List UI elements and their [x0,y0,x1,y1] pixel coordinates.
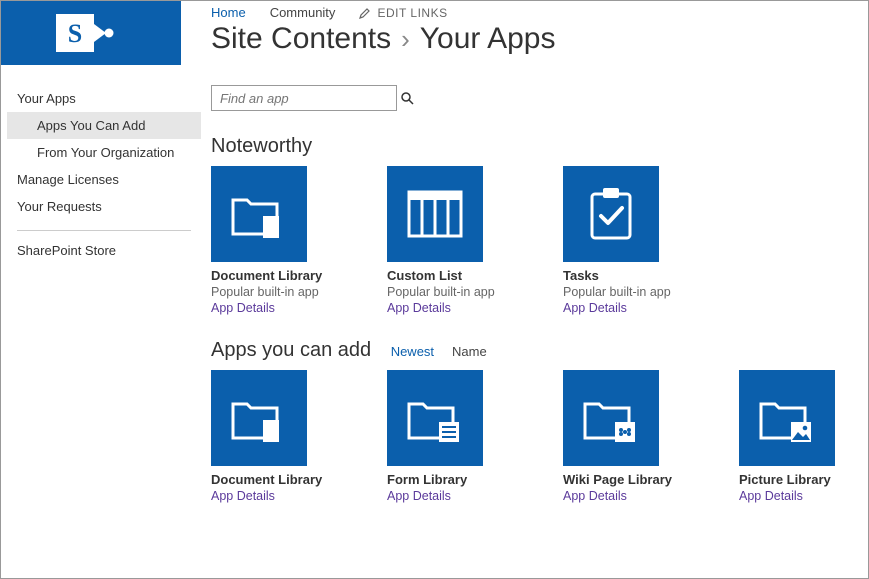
tile-picture-library: Picture Library App Details [739,370,835,503]
top-nav: Home Community EDIT LINKS [211,1,868,20]
document-library-icon [229,186,289,242]
tile-picture-library-button[interactable] [739,370,835,466]
app-details-link[interactable]: App Details [387,301,483,315]
sharepoint-logo[interactable]: S [1,1,181,65]
sidebar: Your Apps Apps You Can Add From Your Org… [1,65,201,503]
document-library-icon [229,390,289,446]
breadcrumb-separator-icon: › [401,24,410,55]
tile-subtitle: Popular built-in app [211,285,307,299]
tile-document-library-2-button[interactable] [211,370,307,466]
tile-tasks: Tasks Popular built-in app App Details [563,166,659,315]
app-details-link[interactable]: App Details [563,489,659,503]
nav-community[interactable]: Community [270,5,336,20]
noteworthy-tiles: Document Library Popular built-in app Ap… [211,166,868,315]
wiki-library-icon [581,390,641,446]
tile-title: Custom List [387,268,483,283]
sidebar-item-sharepoint-store[interactable]: SharePoint Store [7,231,201,264]
page-title-text: Your Apps [420,22,556,56]
edit-links-button[interactable]: EDIT LINKS [359,6,447,20]
nav-home[interactable]: Home [211,5,246,20]
app-details-link[interactable]: App Details [211,489,307,503]
tile-form-library-button[interactable] [387,370,483,466]
form-library-icon [405,390,465,446]
pencil-icon [359,7,371,19]
tile-form-library: Form Library App Details [387,370,483,503]
tile-title: Picture Library [739,472,835,487]
sidebar-item-from-your-organization[interactable]: From Your Organization [7,139,201,166]
svg-text:S: S [68,19,82,48]
picture-library-icon [757,390,817,446]
tile-subtitle: Popular built-in app [563,285,659,299]
breadcrumb-site-contents[interactable]: Site Contents [211,22,391,56]
tasks-icon [586,186,636,242]
app-details-link[interactable]: App Details [563,301,659,315]
custom-list-icon [407,190,463,238]
search-input[interactable] [218,90,400,107]
section-apps-you-can-add-heading: Apps you can add Newest Name [211,339,868,362]
search-icon[interactable] [400,91,414,105]
search-box [211,85,397,111]
sidebar-item-your-requests[interactable]: Your Requests [7,193,201,220]
page-title: Site Contents › Your Apps [211,22,868,56]
tile-title: Wiki Page Library [563,472,659,487]
tile-title: Tasks [563,268,659,283]
tile-wiki-page-library: Wiki Page Library App Details [563,370,659,503]
edit-links-label: EDIT LINKS [377,6,447,20]
sort-name[interactable]: Name [452,344,487,359]
sidebar-item-apps-you-can-add[interactable]: Apps You Can Add [7,112,201,139]
tile-document-library: Document Library Popular built-in app Ap… [211,166,307,315]
tile-custom-list: Custom List Popular built-in app App Det… [387,166,483,315]
tile-wiki-page-library-button[interactable] [563,370,659,466]
tile-title: Form Library [387,472,483,487]
tile-document-library-2: Document Library App Details [211,370,307,503]
app-details-link[interactable]: App Details [211,301,307,315]
tile-custom-list-button[interactable] [387,166,483,262]
tile-document-library-button[interactable] [211,166,307,262]
app-details-link[interactable]: App Details [739,489,835,503]
sidebar-item-your-apps[interactable]: Your Apps [7,85,201,112]
addable-tiles: Document Library App Details Form Librar… [211,370,868,503]
tile-title: Document Library [211,268,307,283]
section-noteworthy-heading: Noteworthy [211,135,868,158]
tile-title: Document Library [211,472,307,487]
app-details-link[interactable]: App Details [387,489,483,503]
sort-newest[interactable]: Newest [391,344,434,359]
tile-tasks-button[interactable] [563,166,659,262]
sidebar-item-manage-licenses[interactable]: Manage Licenses [7,166,201,193]
tile-subtitle: Popular built-in app [387,285,483,299]
